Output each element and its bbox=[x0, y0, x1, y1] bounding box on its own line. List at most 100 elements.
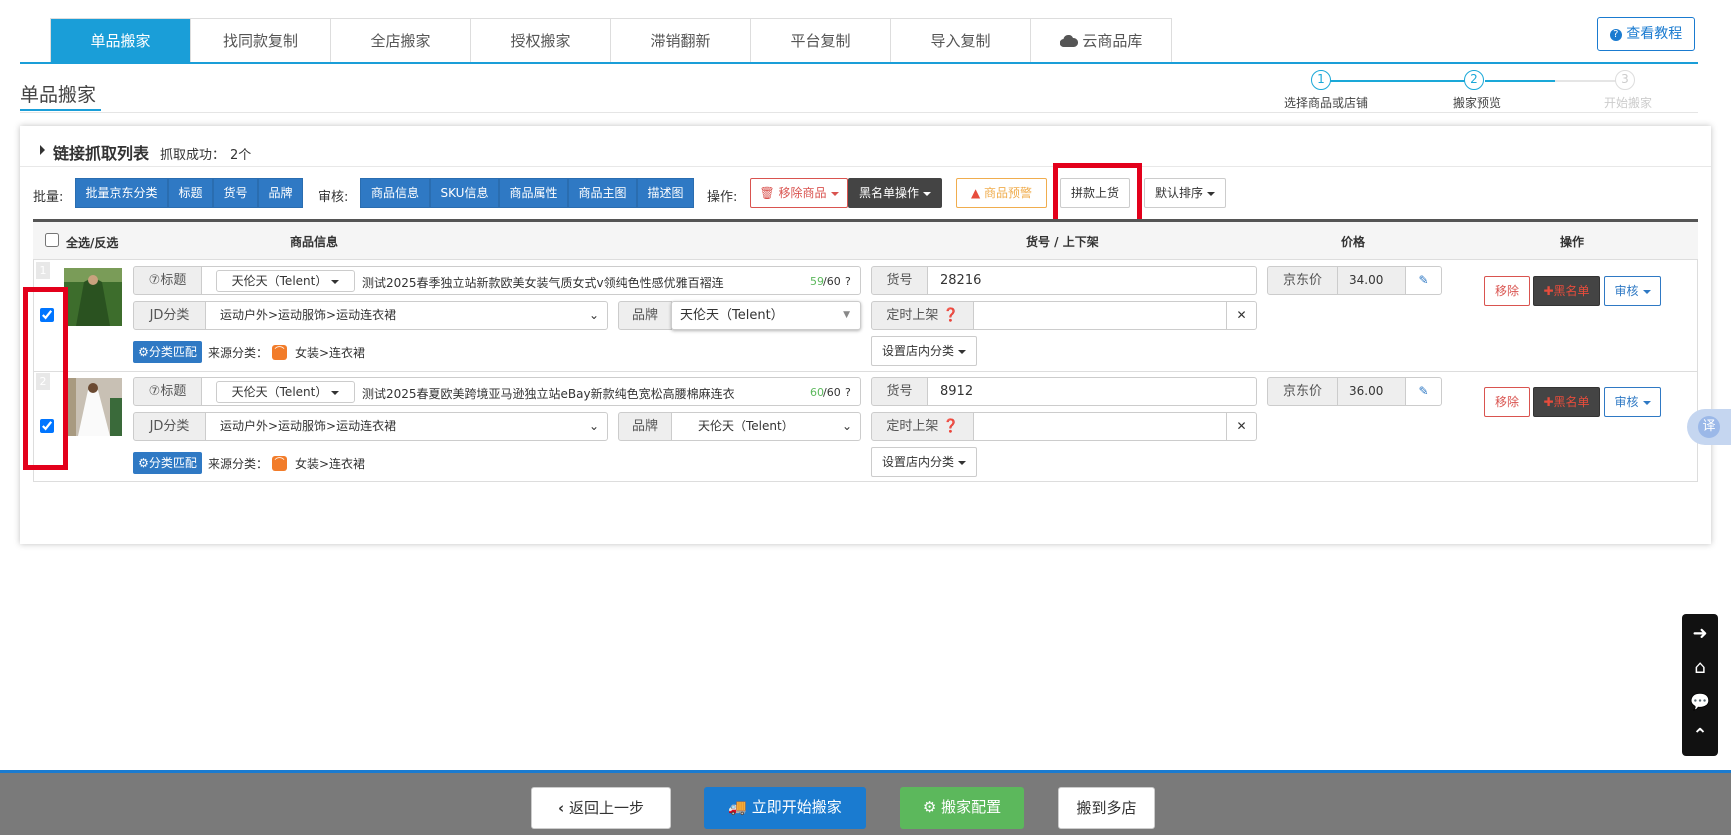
translate-icon: 译 bbox=[1698, 416, 1720, 438]
review-dropdown[interactable]: 审核 bbox=[1604, 276, 1661, 306]
operation-label: 操作: bbox=[707, 190, 738, 205]
review-sku-info-button[interactable]: SKU信息 bbox=[430, 178, 499, 208]
remove-button[interactable]: 移除 bbox=[1484, 276, 1530, 306]
sku-input[interactable]: 28216 bbox=[927, 266, 1257, 295]
title-mode-dropdown[interactable]: 天伦天（Telent） bbox=[216, 270, 355, 292]
sku-addon: 货号 bbox=[871, 377, 928, 406]
title-mode-dropdown[interactable]: 天伦天（Telent） bbox=[216, 381, 355, 403]
blacklist-button[interactable]: ✚黑名单 bbox=[1533, 387, 1600, 417]
category-match-button[interactable]: ⚙分类匹配 bbox=[133, 452, 202, 474]
batch-sku-button[interactable]: 货号 bbox=[213, 178, 258, 208]
jd-category-addon: JD分类 bbox=[133, 412, 206, 441]
tab-refresh[interactable]: 滞销翻新 bbox=[611, 19, 751, 64]
title-char-max: /60 bbox=[823, 275, 841, 288]
remove-products-dropdown[interactable]: 🗑 移除商品 bbox=[750, 178, 848, 208]
review-product-info-button[interactable]: 商品信息 bbox=[360, 178, 430, 208]
batch-jd-category-button[interactable]: 批量京东分类 bbox=[75, 178, 168, 208]
product-warning-button[interactable]: ▲ 商品预警 bbox=[956, 178, 1047, 208]
step-line-current bbox=[1485, 80, 1555, 82]
clear-icon[interactable]: ✕ bbox=[1226, 412, 1257, 441]
title-char-count: 60 bbox=[810, 386, 824, 399]
blacklist-button[interactable]: ✚黑名单 bbox=[1533, 276, 1600, 306]
batch-brand-button[interactable]: 品牌 bbox=[258, 178, 303, 208]
floating-toolbar: ➜ ⌂ 💬 ⌃ bbox=[1682, 614, 1718, 756]
col-info-header: 商品信息 bbox=[290, 235, 339, 249]
truck-icon: 🚚 bbox=[728, 798, 747, 816]
category-match-button[interactable]: ⚙分类匹配 bbox=[133, 341, 202, 363]
review-main-image-button[interactable]: 商品主图 bbox=[568, 178, 637, 208]
price-input[interactable]: 34.00 bbox=[1337, 266, 1406, 295]
chevron-left-icon: ‹ bbox=[558, 799, 565, 817]
price-addon: 京东价 bbox=[1267, 377, 1338, 406]
sort-dropdown[interactable]: 默认排序 bbox=[1144, 178, 1226, 208]
product-image[interactable] bbox=[64, 378, 122, 436]
help-icon[interactable]: ? bbox=[845, 275, 851, 288]
tab-find-same[interactable]: 找同款复制 bbox=[191, 19, 331, 64]
arrow-right-icon[interactable]: ➜ bbox=[1682, 620, 1718, 648]
page-title-underline bbox=[20, 109, 101, 111]
brand-select[interactable]: 天伦天（Telent） ⌄ bbox=[671, 412, 861, 441]
tab-single[interactable]: 单品搬家 bbox=[51, 19, 191, 64]
caret-right-icon[interactable] bbox=[40, 145, 45, 155]
move-multi-store-button[interactable]: 搬到多店 bbox=[1058, 787, 1155, 829]
chat-icon[interactable]: 💬 bbox=[1682, 688, 1718, 716]
tab-underline bbox=[20, 62, 1698, 64]
review-description-image-button[interactable]: 描述图 bbox=[637, 178, 694, 208]
move-config-button[interactable]: ⚙ 搬家配置 bbox=[900, 787, 1024, 829]
blacklist-dropdown[interactable]: 黑名单操作 bbox=[848, 178, 942, 208]
schedule-input[interactable] bbox=[973, 412, 1227, 441]
product-image[interactable] bbox=[64, 268, 122, 326]
home-icon[interactable]: ⌂ bbox=[1682, 654, 1718, 682]
schedule-input[interactable] bbox=[973, 301, 1227, 330]
row-index: 1 bbox=[36, 262, 50, 279]
edit-icon[interactable]: ✎ bbox=[1405, 266, 1442, 295]
title-text[interactable]: 测试2025春季独立站新款欧美女装气质女式v领纯色性感优雅百褶连 bbox=[362, 274, 724, 291]
jd-category-select[interactable]: 运动户外>运动服饰>运动连衣裙 ⌄ bbox=[205, 412, 608, 441]
batch-title-button[interactable]: 标题 bbox=[168, 178, 213, 208]
review-dropdown[interactable]: 审核 bbox=[1604, 387, 1661, 417]
table-header bbox=[33, 222, 1698, 260]
remove-button[interactable]: 移除 bbox=[1484, 387, 1530, 417]
help-icon[interactable]: ? bbox=[845, 386, 851, 399]
fetch-status-label: 抓取成功： bbox=[160, 148, 226, 163]
back-button[interactable]: ‹ 返回上一步 bbox=[531, 787, 671, 829]
gears-icon: ⚙ bbox=[922, 798, 937, 816]
start-move-button[interactable]: 🚚 立即开始搬家 bbox=[704, 787, 866, 829]
question-circle-icon: ❓ bbox=[942, 308, 959, 323]
step-2-circle: 2 bbox=[1464, 70, 1484, 90]
price-addon: 京东价 bbox=[1267, 266, 1338, 295]
translate-button[interactable]: 译 bbox=[1687, 409, 1731, 445]
chevron-up-icon[interactable]: ⌃ bbox=[1682, 722, 1718, 750]
title-text[interactable]: 测试2025春夏欧美跨境亚马逊独立站eBay新款纯色宽松高腰棉麻连衣 bbox=[362, 385, 735, 402]
edit-icon[interactable]: ✎ bbox=[1405, 377, 1442, 406]
tab-import-copy[interactable]: 导入复制 bbox=[891, 19, 1031, 64]
tab-authorized[interactable]: 授权搬家 bbox=[471, 19, 611, 64]
jd-category-select[interactable]: 运动户外>运动服饰>运动连衣裙 ⌄ bbox=[205, 301, 608, 330]
source-category-label: 来源分类： bbox=[208, 457, 269, 471]
tab-cloud-library[interactable]: 云商品库 bbox=[1031, 19, 1171, 64]
title-addon: ⑦标题 bbox=[133, 377, 202, 406]
brand-addon: 品牌 bbox=[618, 301, 672, 330]
step-1-label: 选择商品或店铺 bbox=[1284, 96, 1369, 110]
store-category-dropdown[interactable]: 设置店内分类 bbox=[871, 336, 977, 366]
select-all-checkbox[interactable] bbox=[45, 233, 59, 247]
brand-select[interactable]: 天伦天（Telent） ▼ bbox=[671, 301, 861, 330]
sku-addon: 货号 bbox=[871, 266, 928, 295]
question-circle-icon: ❓ bbox=[942, 419, 959, 434]
top-tabs: 单品搬家 找同款复制 全店搬家 授权搬家 滞销翻新 平台复制 导入复制 云商品库 bbox=[50, 18, 1172, 64]
tab-platform-copy[interactable]: 平台复制 bbox=[751, 19, 891, 64]
review-label: 审核: bbox=[318, 190, 349, 205]
step-3-circle: 3 bbox=[1615, 70, 1635, 90]
store-category-dropdown[interactable]: 设置店内分类 bbox=[871, 447, 977, 477]
review-attributes-button[interactable]: 商品属性 bbox=[499, 178, 568, 208]
title-char-count: 59 bbox=[810, 275, 824, 288]
help-tutorial-button[interactable]: ? 查看教程 bbox=[1597, 17, 1695, 51]
tab-whole-store[interactable]: 全店搬家 bbox=[331, 19, 471, 64]
sku-input[interactable]: 8912 bbox=[927, 377, 1257, 406]
price-input[interactable]: 36.00 bbox=[1337, 377, 1406, 406]
step-3-label: 开始搬家 bbox=[1604, 96, 1653, 110]
col-sku-header: 货号 / 上下架 bbox=[1026, 235, 1099, 249]
trash-icon: 🗑 bbox=[759, 186, 775, 200]
title-char-max: /60 bbox=[823, 386, 841, 399]
clear-icon[interactable]: ✕ bbox=[1226, 301, 1257, 330]
